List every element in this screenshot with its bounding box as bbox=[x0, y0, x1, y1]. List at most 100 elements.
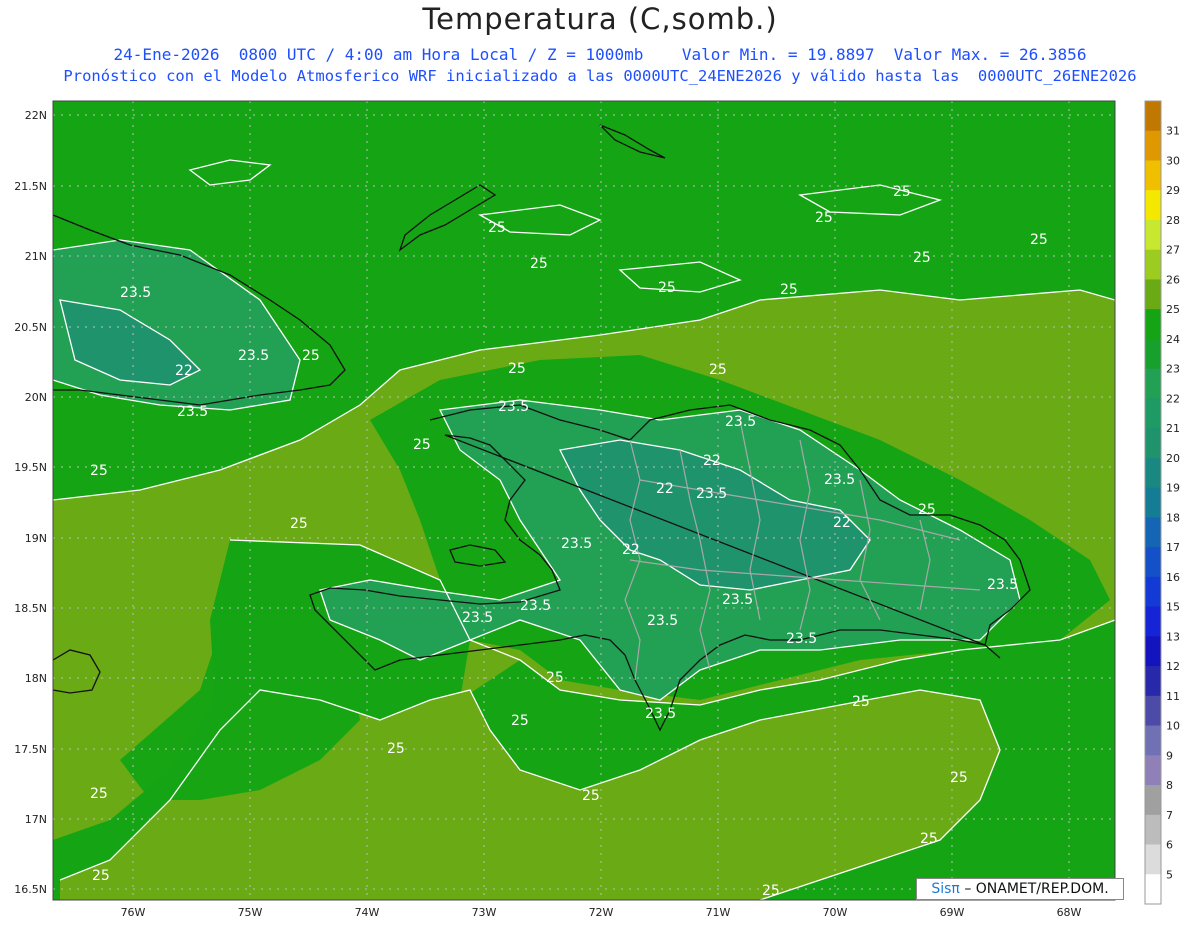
contour-label: 23.5 bbox=[696, 486, 727, 502]
contour-label: 25 bbox=[920, 831, 938, 847]
contour-label: 25 bbox=[815, 210, 833, 226]
colorbar-swatch bbox=[1145, 338, 1161, 370]
lon-label: 75W bbox=[238, 906, 263, 919]
contour-label: 23.5 bbox=[824, 472, 855, 488]
lat-label: 17.5N bbox=[14, 743, 47, 756]
colorbar-tick-label: 6 bbox=[1166, 839, 1173, 852]
contour-label: 25 bbox=[530, 256, 548, 272]
colorbar-swatch bbox=[1145, 874, 1161, 905]
colorbar-swatch bbox=[1145, 368, 1161, 399]
colorbar-tick-label: 18 bbox=[1166, 511, 1180, 524]
lat-label: 18N bbox=[25, 672, 47, 685]
contour-label: 25 bbox=[290, 516, 308, 532]
contour-label: 25 bbox=[546, 670, 564, 686]
colorbar-swatch bbox=[1145, 309, 1161, 340]
contour-label: 22 bbox=[703, 453, 721, 469]
colorbar-tick-label: 16 bbox=[1166, 571, 1180, 584]
lat-label: 22N bbox=[25, 109, 47, 122]
colorbar-tick-label: 19 bbox=[1166, 482, 1180, 495]
colorbar-swatch bbox=[1145, 666, 1161, 697]
contour-label: 23.5 bbox=[561, 536, 592, 552]
contour-label: 25 bbox=[302, 348, 320, 364]
colorbar-swatch bbox=[1145, 636, 1161, 667]
contour-label: 25 bbox=[1030, 232, 1048, 248]
latitude-labels: 22N 21.5N 21N 20.5N 20N 19.5N 19N 18.5N … bbox=[14, 109, 47, 896]
colorbar-tick-label: 10 bbox=[1166, 720, 1180, 733]
colorbar-tick-label: 7 bbox=[1166, 809, 1173, 822]
colorbar-swatch bbox=[1145, 219, 1161, 251]
colorbar-swatch bbox=[1145, 398, 1161, 429]
contour-label: 22 bbox=[656, 481, 674, 497]
colorbar-tick-label: 22 bbox=[1166, 392, 1180, 405]
colorbar-tick-label: 27 bbox=[1166, 244, 1180, 257]
contour-label: 23.5 bbox=[498, 399, 529, 415]
colorbar-tick-label: 9 bbox=[1166, 749, 1173, 762]
contour-label: 25 bbox=[950, 770, 968, 786]
contour-label: 23.5 bbox=[645, 706, 676, 722]
lon-label: 71W bbox=[706, 906, 731, 919]
contour-label: 25 bbox=[913, 250, 931, 266]
lat-label: 17N bbox=[25, 813, 47, 826]
colorbar-tick-label: 23 bbox=[1166, 363, 1180, 376]
colorbar-swatch bbox=[1145, 249, 1161, 280]
contour-label: 25 bbox=[511, 713, 529, 729]
contour-label: 22 bbox=[833, 515, 851, 531]
contour-label: 25 bbox=[508, 361, 526, 377]
contour-label: 23.5 bbox=[520, 598, 551, 614]
colorbar-swatch bbox=[1145, 814, 1161, 846]
colorbar-swatch bbox=[1145, 844, 1161, 875]
contour-label: 25 bbox=[582, 788, 600, 804]
contour-label: 23.5 bbox=[238, 348, 269, 364]
contour-label: 25 bbox=[90, 786, 108, 802]
lat-label: 19N bbox=[25, 532, 47, 545]
colorbar-swatch bbox=[1145, 755, 1161, 786]
lat-label: 18.5N bbox=[14, 602, 47, 615]
colorbar-tick-label: 30 bbox=[1166, 154, 1180, 167]
contour-label: 25 bbox=[413, 437, 431, 453]
colorbar-swatch bbox=[1145, 576, 1161, 608]
colorbar-swatch bbox=[1145, 547, 1161, 578]
colorbar-swatch bbox=[1145, 606, 1161, 637]
credit-brand: Sisπ bbox=[931, 881, 960, 897]
colorbar-swatch bbox=[1145, 101, 1161, 132]
contour-label: 25 bbox=[893, 184, 911, 200]
contour-label: 25 bbox=[92, 868, 110, 884]
colorbar-tick-label: 26 bbox=[1166, 273, 1180, 286]
contour-label: 23.5 bbox=[722, 592, 753, 608]
lat-label: 16.5N bbox=[14, 883, 47, 896]
colorbar-swatch bbox=[1145, 487, 1161, 518]
contour-label: 23.5 bbox=[987, 577, 1018, 593]
contour-label: 25 bbox=[780, 282, 798, 298]
lon-label: 74W bbox=[355, 906, 380, 919]
colorbar-tick-label: 15 bbox=[1166, 601, 1180, 614]
map-svg: 25 25 25 25 25 25 25 25 23.5 23.5 25 22 … bbox=[14, 100, 1180, 919]
colorbar-tick-label: 25 bbox=[1166, 303, 1180, 316]
colorbar-tick-label: 28 bbox=[1166, 214, 1180, 227]
lat-label: 19.5N bbox=[14, 461, 47, 474]
colorbar-tick-label: 13 bbox=[1166, 630, 1180, 643]
map-panel: 25 25 25 25 25 25 25 25 23.5 23.5 25 22 … bbox=[0, 0, 1200, 927]
lon-label: 68W bbox=[1057, 906, 1082, 919]
contour-label: 25 bbox=[90, 463, 108, 479]
contour-label: 22 bbox=[622, 542, 640, 558]
colorbar-tick-label: 17 bbox=[1166, 541, 1180, 554]
colorbar-swatch bbox=[1145, 725, 1161, 756]
credit-text: – ONAMET/REP.DOM. bbox=[964, 881, 1109, 897]
colorbar-swatch bbox=[1145, 428, 1161, 459]
colorbar-tick-label: 29 bbox=[1166, 184, 1180, 197]
colorbar-tick-label: 31 bbox=[1166, 125, 1180, 138]
contour-label: 25 bbox=[852, 694, 870, 710]
contour-label: 25 bbox=[918, 502, 936, 518]
lon-label: 76W bbox=[121, 906, 146, 919]
colorbar-tick-label: 5 bbox=[1166, 868, 1173, 881]
longitude-labels: 76W 75W 74W 73W 72W 71W 70W 69W 68W bbox=[121, 906, 1082, 919]
lon-label: 70W bbox=[823, 906, 848, 919]
colorbar-swatch bbox=[1145, 279, 1161, 310]
colorbar-swatch bbox=[1145, 190, 1161, 221]
contour-label: 23.5 bbox=[725, 414, 756, 430]
colorbar-tick-label: 20 bbox=[1166, 452, 1180, 465]
contour-label: 23.5 bbox=[462, 610, 493, 626]
colorbar-tick-label: 8 bbox=[1166, 779, 1173, 792]
contour-label: 22 bbox=[175, 363, 193, 379]
colorbar-tick-label: 24 bbox=[1166, 333, 1180, 346]
